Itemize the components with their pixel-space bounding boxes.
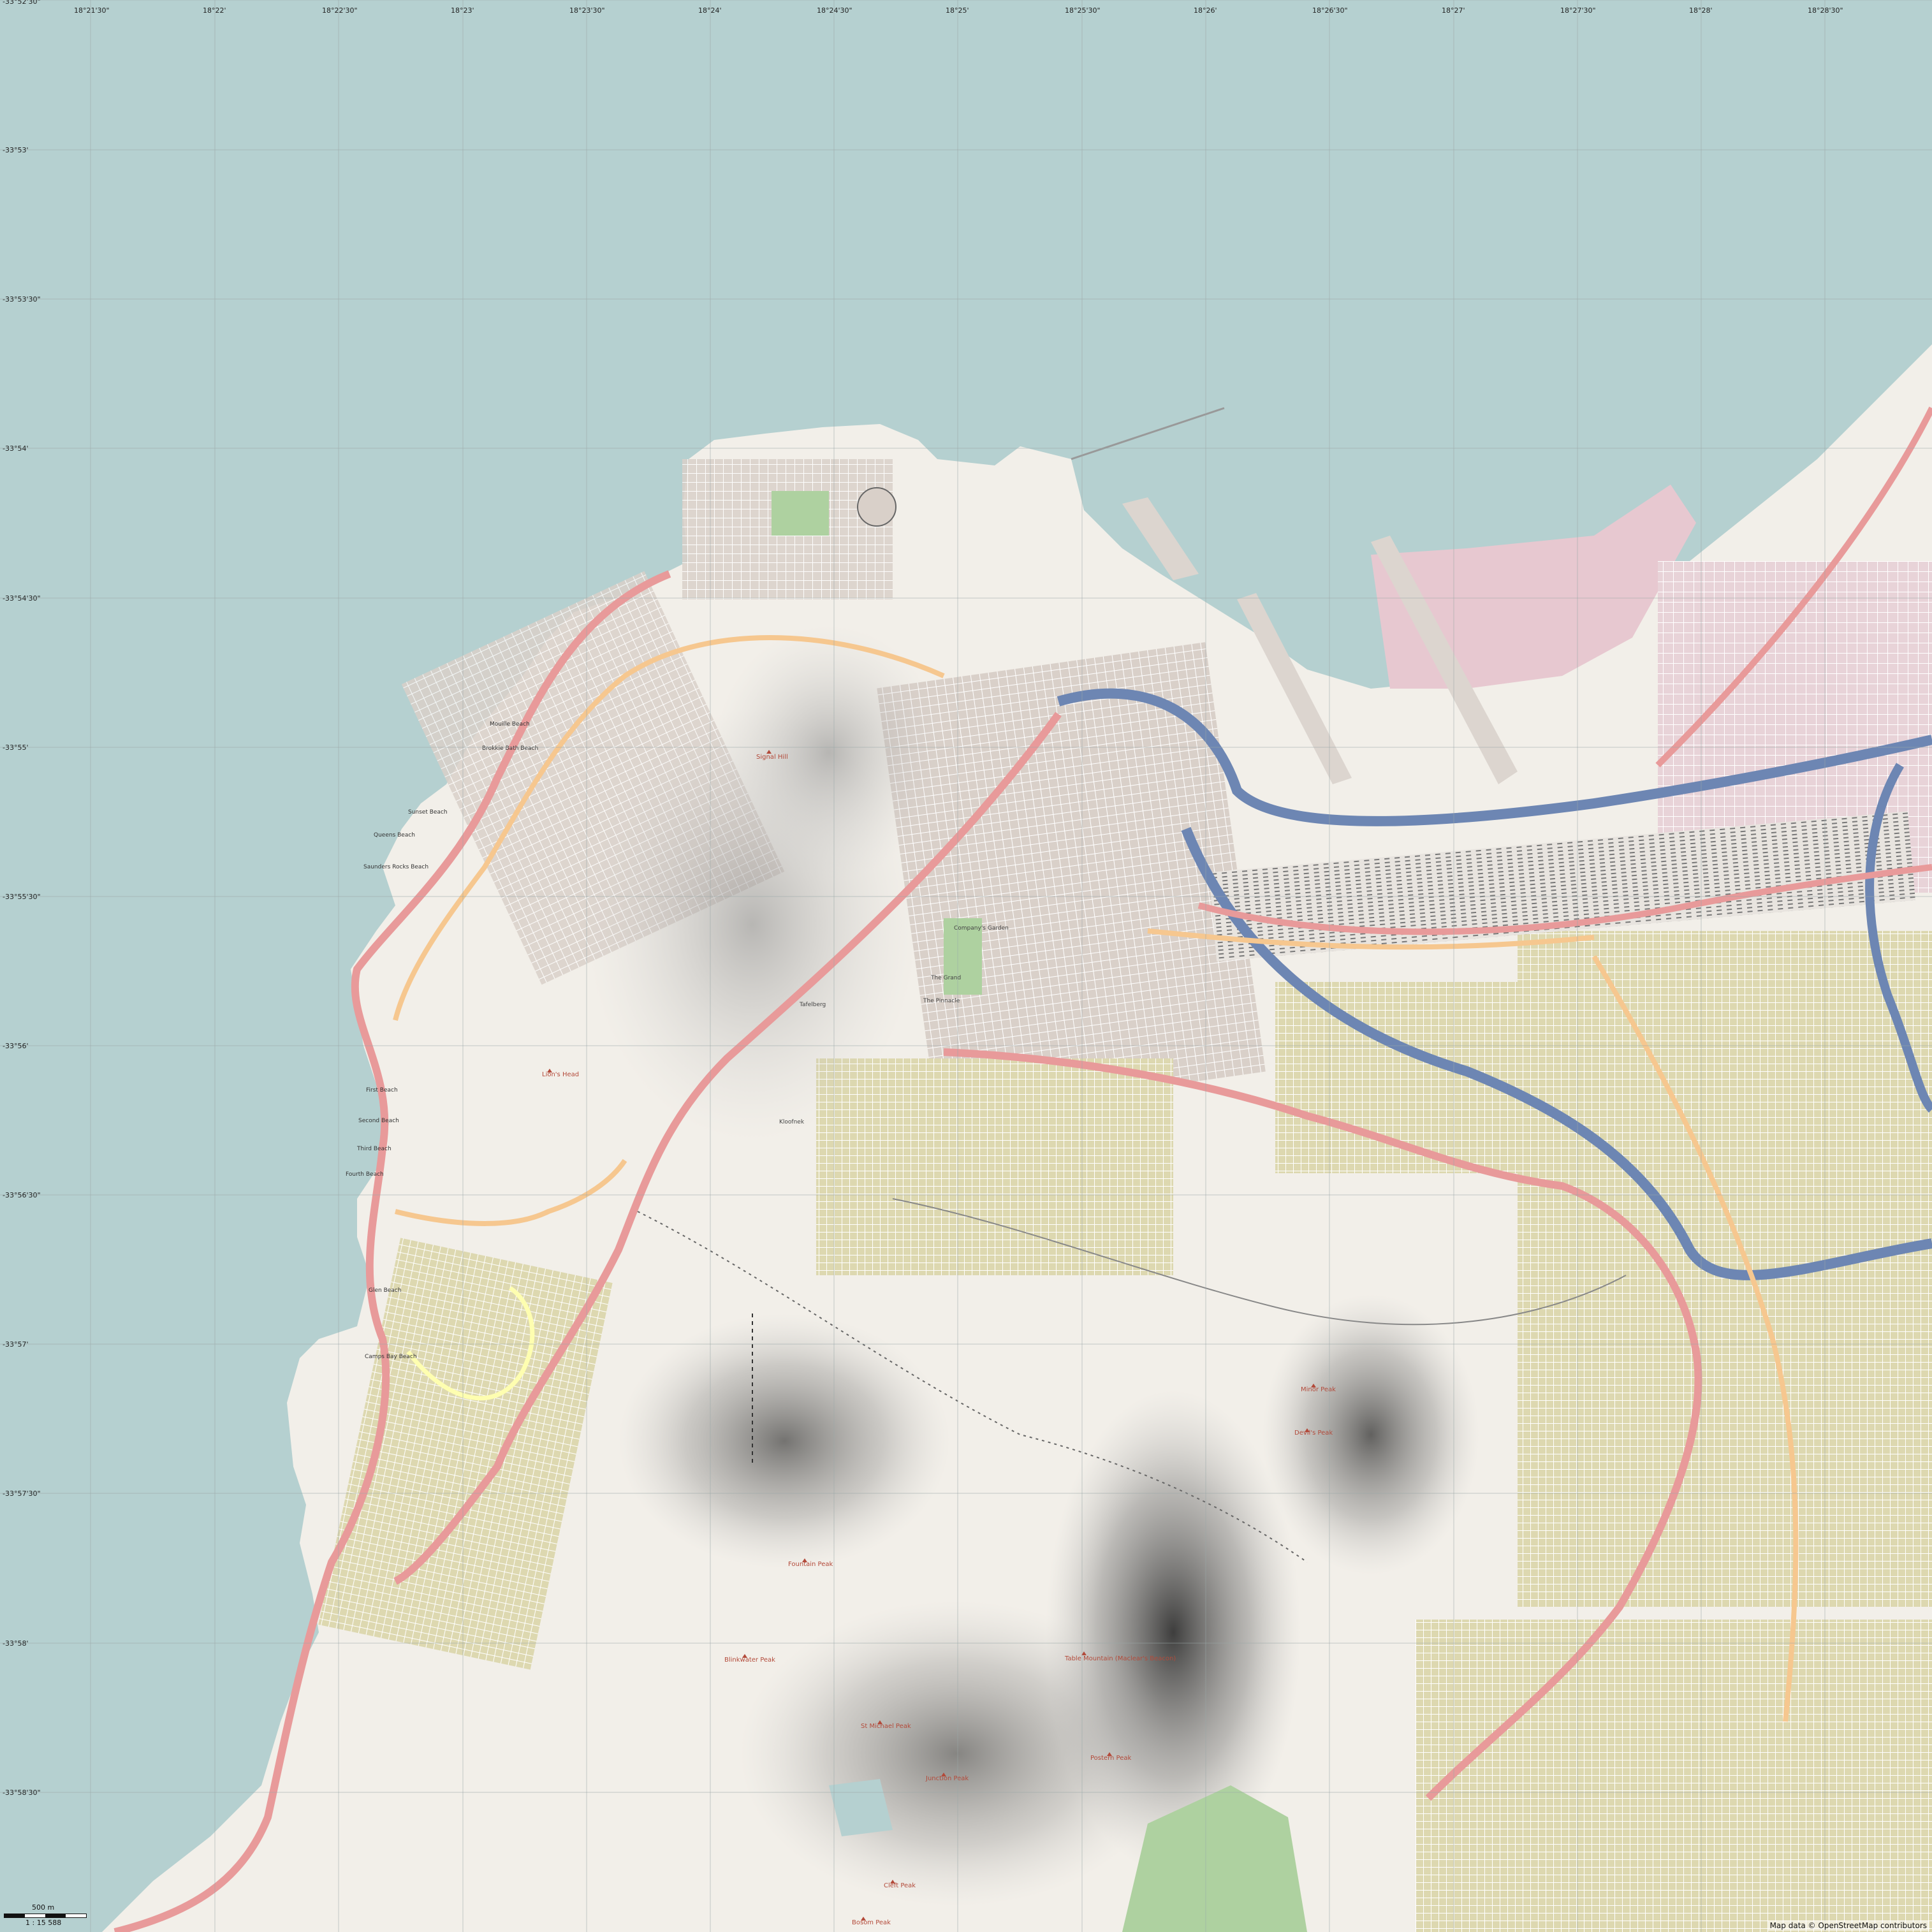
longitude-label: 18°28' bbox=[1689, 6, 1713, 15]
stadium bbox=[857, 487, 896, 527]
longitude-label: 18°23'30" bbox=[569, 6, 605, 15]
beach-label: Mouille Beach bbox=[490, 721, 530, 728]
green-point-park bbox=[772, 491, 829, 536]
latitude-label: -33°54'30" bbox=[3, 594, 41, 603]
latitude-label: -33°56'30" bbox=[3, 1191, 41, 1199]
longitude-label: 18°26'30" bbox=[1312, 6, 1348, 15]
svg-text:Minor Peak: Minor Peak bbox=[1301, 1386, 1336, 1393]
gardens-suburb bbox=[816, 1058, 1173, 1275]
poi-label: The Pinnacle bbox=[923, 998, 960, 1004]
longitude-label: 18°27' bbox=[1442, 6, 1465, 15]
beach-label: First Beach bbox=[366, 1087, 398, 1094]
svg-text:Fountain Peak: Fountain Peak bbox=[788, 1561, 833, 1568]
poi-label: Company's Garden bbox=[954, 925, 1009, 932]
svg-text:Junction Peak: Junction Peak bbox=[925, 1775, 969, 1782]
rondebosch-suburb bbox=[1416, 1620, 1932, 1932]
scale-ratio: 1 : 15 588 bbox=[26, 1919, 62, 1927]
beach-label: Camps Bay Beach bbox=[365, 1354, 417, 1360]
beach-label: Queens Beach bbox=[374, 832, 415, 838]
beach-label: Saunders Rocks Beach bbox=[363, 864, 428, 870]
map-canvas[interactable]: Lion's Head Signal Hill Minor Peak Devil… bbox=[0, 0, 1932, 1932]
twelve-apostles-shade bbox=[740, 1600, 1173, 1906]
latitude-label: -33°55'30" bbox=[3, 893, 41, 901]
longitude-label: 18°23' bbox=[451, 6, 474, 15]
beach-label: Fourth Beach bbox=[346, 1171, 384, 1178]
peak-devils-peak: Devil's Peak bbox=[1294, 1428, 1333, 1437]
longitude-label: 18°24'30" bbox=[817, 6, 853, 15]
latitude-label: -33°53'30" bbox=[3, 295, 41, 304]
scale-bar-graphic bbox=[4, 1914, 87, 1918]
longitude-label: 18°22' bbox=[203, 6, 226, 15]
longitude-label: 18°21'30" bbox=[74, 6, 110, 15]
svg-text:Table Mountain (Maclear's Beac: Table Mountain (Maclear's Beacon) bbox=[1064, 1655, 1176, 1662]
svg-text:Cleft Peak: Cleft Peak bbox=[884, 1882, 916, 1889]
top-coordinate-labels: 18°21'30" 18°22' 18°22'30" 18°23' 18°23'… bbox=[74, 6, 1843, 15]
svg-text:Blinkwater Peak: Blinkwater Peak bbox=[724, 1657, 775, 1664]
longitude-label: 18°28'30" bbox=[1808, 6, 1843, 15]
poi-label: The Grand bbox=[930, 975, 961, 981]
beach-label: Third Beach bbox=[356, 1146, 392, 1152]
latitude-label: -33°58' bbox=[3, 1639, 29, 1648]
beach-label: Glen Beach bbox=[369, 1287, 401, 1294]
svg-text:Signal Hill: Signal Hill bbox=[756, 754, 788, 761]
latitude-label: -33°57' bbox=[3, 1340, 29, 1349]
beach-label: Brokkie Bath Beach bbox=[482, 745, 538, 752]
latitude-label: -33°53' bbox=[3, 146, 29, 154]
svg-text:Bosom Peak: Bosom Peak bbox=[852, 1919, 891, 1926]
latitude-label: -33°55' bbox=[3, 743, 29, 752]
latitude-label: -33°54' bbox=[3, 444, 29, 453]
latitude-label: -33°52'30" bbox=[3, 0, 41, 6]
longitude-label: 18°24' bbox=[698, 6, 722, 15]
latitude-label: -33°58'30" bbox=[3, 1789, 41, 1797]
longitude-label: 18°22'30" bbox=[322, 6, 358, 15]
svg-text:St Michael Peak: St Michael Peak bbox=[861, 1723, 911, 1730]
longitude-label: 18°25'30" bbox=[1065, 6, 1101, 15]
table-mountain-shade-1 bbox=[618, 1314, 950, 1569]
longitude-label: 18°26' bbox=[1194, 6, 1217, 15]
latitude-label: -33°56' bbox=[3, 1042, 29, 1050]
scale-distance: 500 m bbox=[32, 1903, 55, 1912]
beach-label: Sunset Beach bbox=[408, 809, 448, 816]
poi-label: Tafelberg bbox=[799, 1002, 826, 1008]
map-attribution: Map data © OpenStreetMap contributors bbox=[1767, 1921, 1929, 1931]
scale-bar: 500 m 1 : 15 588 bbox=[0, 1903, 89, 1929]
longitude-label: 18°25' bbox=[946, 6, 969, 15]
longitude-label: 18°27'30" bbox=[1560, 6, 1596, 15]
svg-text:Devil's Peak: Devil's Peak bbox=[1294, 1430, 1333, 1437]
beach-label: Second Beach bbox=[358, 1118, 399, 1124]
latitude-label: -33°57'30" bbox=[3, 1489, 41, 1498]
poi-label: Kloofnek bbox=[779, 1119, 805, 1125]
